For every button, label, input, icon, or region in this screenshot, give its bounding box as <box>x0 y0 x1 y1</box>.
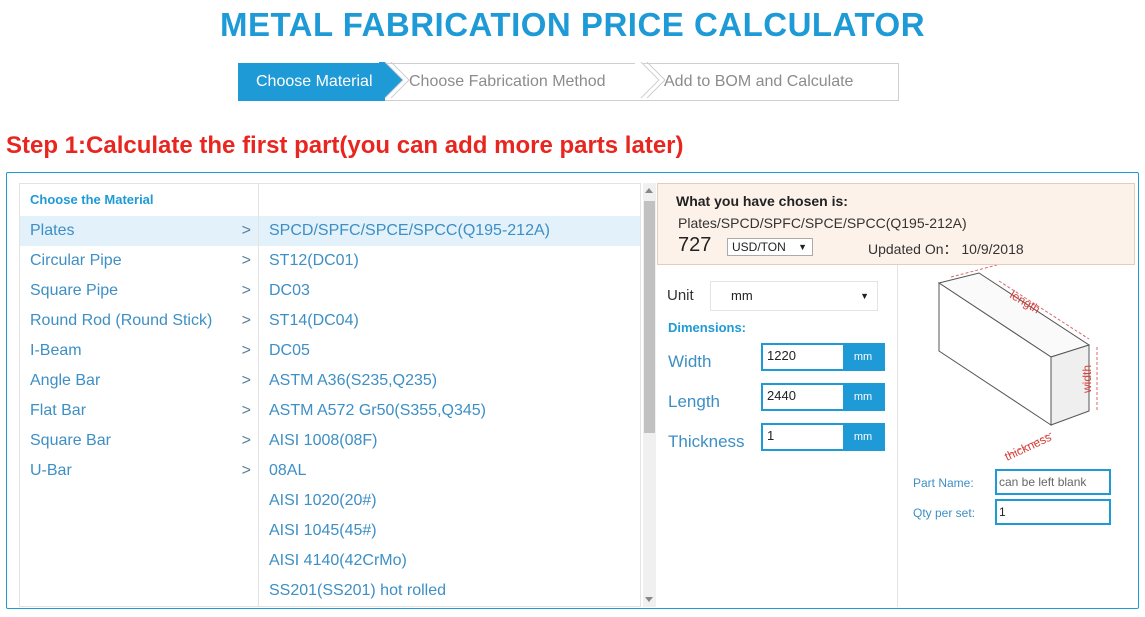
category-label: Flat Bar <box>30 402 87 419</box>
scrollbar-thumb[interactable] <box>644 201 655 433</box>
step-heading: Step 1:Calculate the first part(you can … <box>6 132 684 159</box>
category-item[interactable]: I-Beam > <box>20 336 259 366</box>
material-item[interactable]: AISI 1045(45#) <box>259 516 640 546</box>
material-item[interactable]: AISI 1020(20#) <box>259 486 640 516</box>
category-item[interactable]: U-Bar > <box>20 456 259 486</box>
material-item[interactable]: AISI 4140(42CrMo) <box>259 546 640 576</box>
width-dimension-label: width <box>1080 365 1094 394</box>
thickness-field[interactable]: 1 mm <box>761 423 885 451</box>
material-item[interactable]: ASTM A572 Gr50(S355,Q345) <box>259 396 640 426</box>
chevron-right-icon: > <box>241 462 251 479</box>
step-arrow-icon <box>379 62 410 98</box>
step-choose-fabrication[interactable]: Choose Fabrication Method <box>385 63 640 101</box>
length-value: 2440 <box>767 388 796 403</box>
category-label: I-Beam <box>30 342 82 359</box>
category-label: Plates <box>30 222 75 239</box>
scroll-up-icon[interactable] <box>645 188 653 193</box>
scroll-down-icon[interactable] <box>645 597 653 602</box>
thickness-label: Thickness <box>668 432 745 451</box>
material-item[interactable]: ST12(DC01) <box>259 246 640 276</box>
category-label: Round Rod (Round Stick) <box>30 312 213 329</box>
qty-input[interactable]: 1 <box>995 499 1111 525</box>
chevron-right-icon: > <box>241 432 251 449</box>
category-item[interactable]: Circular Pipe > <box>20 246 259 276</box>
category-label: U-Bar <box>30 462 72 479</box>
category-header: Choose the Material <box>30 192 154 207</box>
unit-select[interactable]: mm ▼ <box>710 281 878 311</box>
material-item[interactable]: DC05 <box>259 336 640 366</box>
category-item[interactable]: Plates > <box>20 216 259 246</box>
updated-date: Updated On： 10/9/2018 <box>868 241 1024 257</box>
thickness-value: 1 <box>767 428 775 443</box>
width-value: 1220 <box>767 348 796 363</box>
material-item[interactable]: ST14(DC04) <box>259 306 640 336</box>
chevron-right-icon: > <box>241 372 251 389</box>
step-label: Choose Material <box>256 73 373 90</box>
qty-label: Qty per set: <box>913 506 976 520</box>
category-label: Circular Pipe <box>30 252 122 269</box>
dimensions-label: Dimensions: <box>668 320 747 335</box>
part-name-input[interactable]: can be left blank <box>995 469 1111 495</box>
material-item[interactable]: DC03 <box>259 276 640 306</box>
category-item[interactable]: Square Pipe > <box>20 276 259 306</box>
chevron-right-icon: > <box>241 402 251 419</box>
category-label: Angle Bar <box>30 372 101 389</box>
step-choose-material[interactable]: Choose Material <box>238 63 385 101</box>
category-label: Square Pipe <box>30 282 119 299</box>
chosen-path: Plates/SPCD/SPFC/SPCE/SPCC(Q195-212A) <box>678 215 967 231</box>
page-title: METAL FABRICATION PRICE CALCULATOR <box>219 6 926 43</box>
plate-diagram-area: length width thickness Part Name: can be… <box>899 264 1135 607</box>
material-item[interactable]: ASTM A36(S235,Q235) <box>259 366 640 396</box>
thickness-dimension-label: thickness <box>1002 430 1053 464</box>
category-item[interactable]: Square Bar > <box>20 426 259 456</box>
material-item[interactable]: SS201(SS201) hot rolled <box>259 576 640 606</box>
chosen-summary: What you have chosen is: Plates/SPCD/SPF… <box>657 183 1135 265</box>
chevron-right-icon: > <box>241 342 251 359</box>
step-progress: Choose Material Choose Fabrication Metho… <box>238 62 899 101</box>
category-list: Choose the Material Plates > Circular Pipe… <box>19 183 259 607</box>
dimension-form: Unit mm ▼ Dimensions: Width 1220 mm Leng… <box>657 265 898 607</box>
currency-select[interactable]: USD/TON ▼ <box>727 238 813 256</box>
unit-value: mm <box>731 288 753 303</box>
material-header <box>259 184 640 216</box>
chevron-right-icon: > <box>241 312 251 329</box>
chevron-right-icon: > <box>241 222 251 239</box>
category-item[interactable]: Round Rod (Round Stick) > <box>20 306 259 336</box>
step-arrow-icon <box>635 62 666 98</box>
length-field[interactable]: 2440 mm <box>761 383 885 411</box>
calculator-panel: Choose the Material Plates > Circular Pipe… <box>6 172 1139 609</box>
width-field[interactable]: 1220 mm <box>761 343 885 371</box>
chevron-right-icon: > <box>241 252 251 269</box>
unit-label: Unit <box>667 287 694 304</box>
material-item[interactable]: 08AL <box>259 456 640 486</box>
width-label: Width <box>668 352 712 371</box>
category-label: Square Bar <box>30 432 111 449</box>
category-item[interactable]: Flat Bar > <box>20 396 259 426</box>
category-item[interactable]: Angle Bar > <box>20 366 259 396</box>
material-item[interactable]: AISI 1008(08F) <box>259 426 640 456</box>
material-list: SPCD/SPFC/SPCE/SPCC(Q195-212A) ST12(DC01)… <box>258 183 641 607</box>
chevron-right-icon: > <box>241 282 251 299</box>
chevron-down-icon: ▼ <box>798 242 807 252</box>
chosen-price: 727 <box>678 234 712 256</box>
chevron-down-icon: ▼ <box>860 291 869 301</box>
plate-diagram-icon: length width thickness <box>937 264 1098 464</box>
length-label: Length <box>668 392 720 411</box>
currency-value: USD/TON <box>732 240 786 254</box>
step-label: Choose Fabrication Method <box>409 73 606 90</box>
step-add-to-bom[interactable]: Add to BOM and Calculate <box>640 63 899 101</box>
material-item[interactable]: SPCD/SPFC/SPCE/SPCC(Q195-212A) <box>259 216 640 246</box>
thickness-unit: mm <box>843 425 883 449</box>
part-name-label: Part Name: <box>913 476 974 490</box>
step-label: Add to BOM and Calculate <box>664 73 854 90</box>
length-unit: mm <box>843 385 883 409</box>
width-unit: mm <box>843 345 883 369</box>
chosen-heading: What you have chosen is: <box>676 193 848 209</box>
material-scrollbar[interactable] <box>643 183 656 607</box>
